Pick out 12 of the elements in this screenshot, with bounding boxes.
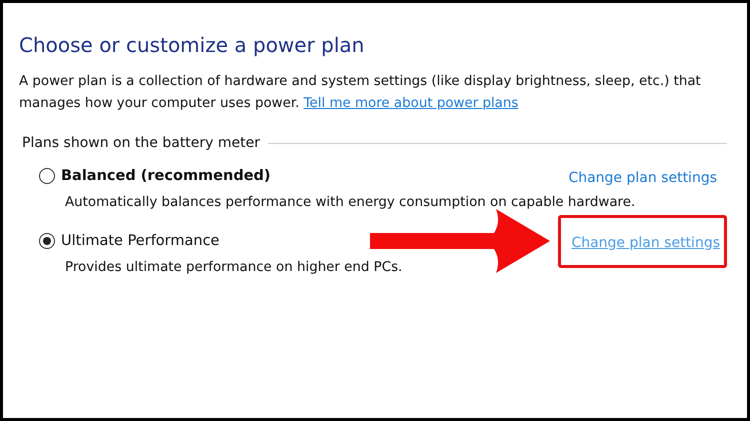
change-plan-settings-link[interactable]: Change plan settings: [568, 170, 717, 186]
radio-button[interactable]: [39, 168, 55, 184]
group-label: Plans shown on the battery meter: [21, 135, 260, 151]
learn-more-link[interactable]: Tell me more about power plans: [304, 96, 518, 111]
plan-name: Ultimate Performance: [61, 233, 220, 249]
page-title: Choose or customize a power plan: [19, 33, 366, 57]
plan-name: Balanced (recommended): [61, 168, 271, 184]
radio-button[interactable]: [39, 233, 55, 249]
change-plan-settings-link[interactable]: Change plan settings: [571, 234, 720, 250]
plan-description: Automatically balances performance with energy consumption on capable hardware.: [64, 195, 636, 210]
intro-paragraph: A power plan is a collection of hardware and system settings (like display brightness, sleep, etc.) that manages how your computer uses power. Tell me more about power plans: [19, 73, 702, 113]
plan-description: Provides ultimate performance on higher end PCs.: [64, 260, 404, 275]
